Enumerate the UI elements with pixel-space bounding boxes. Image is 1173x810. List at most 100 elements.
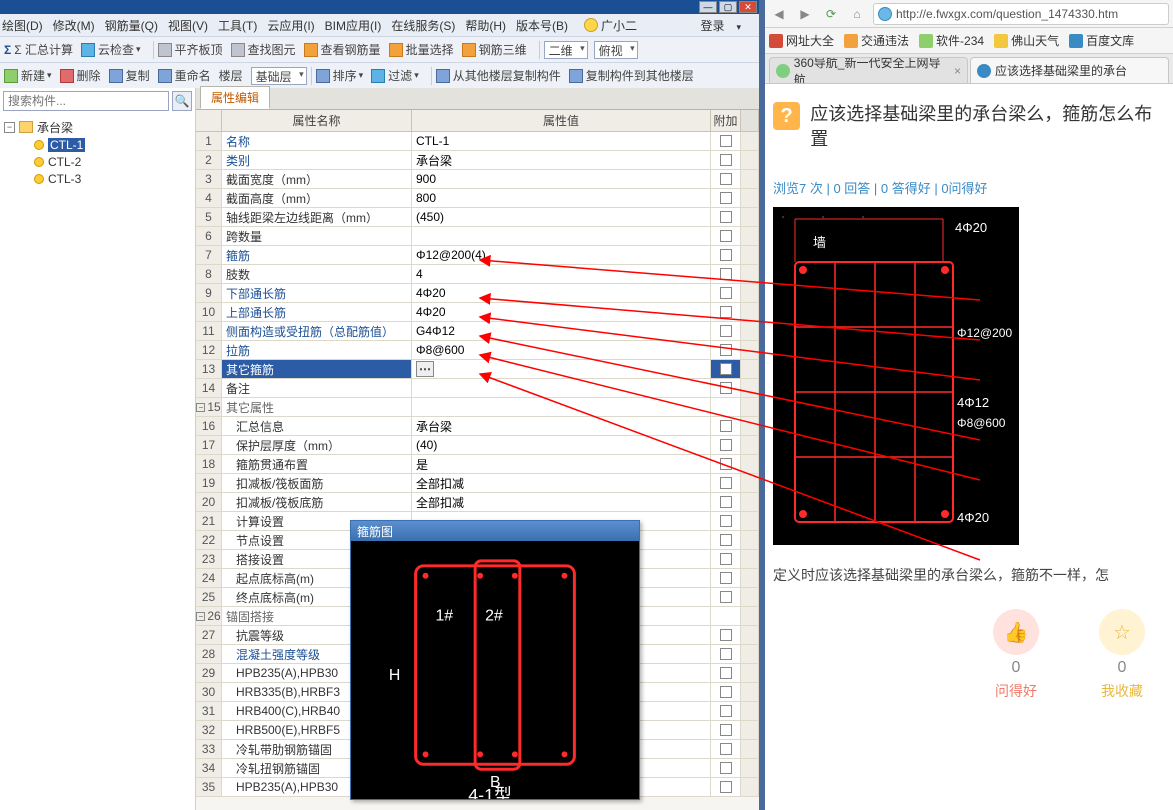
property-row[interactable]: 2类别承台梁 [196, 151, 759, 170]
add-checkbox[interactable] [720, 363, 732, 375]
add-checkbox[interactable] [720, 648, 732, 660]
property-row[interactable]: 5轴线距梁左边线距离（mm）(450) [196, 208, 759, 227]
login-link[interactable]: 登录▾ [700, 17, 751, 34]
property-row[interactable]: 11侧面构造或受扭筋（总配筋值）G4Φ12 [196, 322, 759, 341]
menu-version[interactable]: 版本号(B) [516, 17, 568, 34]
cloud-check-button[interactable]: 云检查▾ [81, 41, 141, 58]
ellipsis-button[interactable]: ⋯ [416, 361, 434, 377]
forward-button[interactable]: ▶ [795, 4, 815, 24]
close-button[interactable]: ✕ [739, 1, 757, 13]
add-checkbox[interactable] [720, 420, 732, 432]
property-row[interactable]: 17 保护层厚度（mm）(40) [196, 436, 759, 455]
menu-cloud[interactable]: 云应用(I) [267, 17, 314, 34]
sort-button[interactable]: 排序▾ [316, 67, 364, 84]
add-checkbox[interactable] [720, 477, 732, 489]
property-row[interactable]: 8肢数4 [196, 265, 759, 284]
add-checkbox[interactable] [720, 344, 732, 356]
property-row[interactable]: 7箍筋Φ12@200(4) [196, 246, 759, 265]
tree-root[interactable]: − 承台梁 [4, 118, 191, 136]
favorite-button[interactable]: ☆ 0 我收藏 [1099, 609, 1145, 701]
tree-item[interactable]: CTL-1 [4, 136, 191, 153]
property-row[interactable]: 3截面宽度（mm）900 [196, 170, 759, 189]
view-dir-select[interactable]: 俯视 [594, 41, 638, 59]
property-row[interactable]: −15其它属性 [196, 398, 759, 417]
menu-draw[interactable]: 绘图(D) [2, 17, 43, 34]
align-top-button[interactable]: 平齐板顶 [158, 41, 223, 58]
property-row[interactable]: 19 扣减板/筏板面筋全部扣减 [196, 474, 759, 493]
menu-rebar[interactable]: 钢筋量(Q) [105, 17, 158, 34]
property-row[interactable]: 4截面高度（mm）800 [196, 189, 759, 208]
bookmark-item[interactable]: 百度文库 [1069, 32, 1134, 49]
floor-select[interactable]: 基础层 [251, 67, 307, 85]
stirrup-diagram-window[interactable]: 箍筋图 1# 2# H B 4- [350, 520, 640, 800]
add-checkbox[interactable] [720, 230, 732, 242]
minimize-button[interactable]: — [699, 1, 717, 13]
property-row[interactable]: 10上部通长筋4Φ20 [196, 303, 759, 322]
add-checkbox[interactable] [720, 534, 732, 546]
add-checkbox[interactable] [720, 686, 732, 698]
rename-button[interactable]: 重命名 [158, 67, 211, 84]
browser-tab[interactable]: 应该选择基础梁里的承台 [970, 57, 1169, 83]
add-checkbox[interactable] [720, 724, 732, 736]
property-row[interactable]: 14备注 [196, 379, 759, 398]
bookmark-item[interactable]: 网址大全 [769, 32, 834, 49]
search-button[interactable]: 🔍 [172, 91, 192, 111]
add-checkbox[interactable] [720, 458, 732, 470]
tree-item[interactable]: CTL-3 [4, 170, 191, 187]
view-mode-select[interactable]: 二维 [544, 41, 588, 59]
good-question-button[interactable]: 👍 0 问得好 [993, 609, 1039, 701]
add-checkbox[interactable] [720, 572, 732, 584]
add-checkbox[interactable] [720, 667, 732, 679]
filter-button[interactable]: 过滤▾ [371, 67, 419, 84]
add-checkbox[interactable] [720, 553, 732, 565]
view-rebar-button[interactable]: 查看钢筋量 [304, 41, 381, 58]
property-row[interactable]: 16 汇总信息承台梁 [196, 417, 759, 436]
add-checkbox[interactable] [720, 287, 732, 299]
back-button[interactable]: ◀ [769, 4, 789, 24]
add-checkbox[interactable] [720, 705, 732, 717]
maximize-button[interactable]: ▢ [719, 1, 737, 13]
tab-property-edit[interactable]: 属性编辑 [200, 86, 270, 109]
add-checkbox[interactable] [720, 135, 732, 147]
bookmark-item[interactable]: 佛山天气 [994, 32, 1059, 49]
menu-view[interactable]: 视图(V) [168, 17, 208, 34]
url-bar[interactable]: http://e.fwxgx.com/question_1474330.htm [873, 3, 1169, 25]
search-input[interactable] [3, 91, 169, 111]
tree-item[interactable]: CTL-2 [4, 153, 191, 170]
add-checkbox[interactable] [720, 382, 732, 394]
copy-from-button[interactable]: 从其他楼层复制构件 [436, 67, 561, 84]
delete-button[interactable]: 删除 [60, 67, 101, 84]
menu-bim[interactable]: BIM应用(I) [325, 17, 382, 34]
add-checkbox[interactable] [720, 762, 732, 774]
menu-tool[interactable]: 工具(T) [218, 17, 257, 34]
add-checkbox[interactable] [720, 249, 732, 261]
bookmark-item[interactable]: 交通违法 [844, 32, 909, 49]
property-row[interactable]: 18 箍筋贯通布置是 [196, 455, 759, 474]
browser-tab[interactable]: 360导航_新一代安全上网导航 × [769, 57, 968, 83]
add-checkbox[interactable] [720, 211, 732, 223]
menu-help[interactable]: 帮助(H) [465, 17, 506, 34]
batch-sel-button[interactable]: 批量选择 [389, 41, 454, 58]
new-button[interactable]: 新建▾ [4, 67, 52, 84]
copy-button[interactable]: 复制 [109, 67, 150, 84]
tab-close-icon[interactable]: × [954, 64, 961, 78]
menu-online[interactable]: 在线服务(S) [391, 17, 455, 34]
copy-to-button[interactable]: 复制构件到其他楼层 [569, 67, 694, 84]
add-checkbox[interactable] [720, 515, 732, 527]
property-row[interactable]: 6跨数量 [196, 227, 759, 246]
collapse-icon[interactable]: − [4, 122, 15, 133]
add-checkbox[interactable] [720, 591, 732, 603]
add-checkbox[interactable] [720, 306, 732, 318]
add-checkbox[interactable] [720, 439, 732, 451]
sum-calc-button[interactable]: ΣΣ 汇总计算 [4, 41, 73, 58]
property-row[interactable]: 1名称CTL-1 [196, 132, 759, 151]
add-checkbox[interactable] [720, 743, 732, 755]
add-checkbox[interactable] [720, 496, 732, 508]
add-checkbox[interactable] [720, 154, 732, 166]
property-row[interactable]: 12拉筋Φ8@600 [196, 341, 759, 360]
home-button[interactable]: ⌂ [847, 4, 867, 24]
menu-modify[interactable]: 修改(M) [53, 17, 95, 34]
find-elem-button[interactable]: 查找图元 [231, 41, 296, 58]
add-checkbox[interactable] [720, 325, 732, 337]
property-row[interactable]: 20 扣减板/筏板底筋全部扣减 [196, 493, 759, 512]
